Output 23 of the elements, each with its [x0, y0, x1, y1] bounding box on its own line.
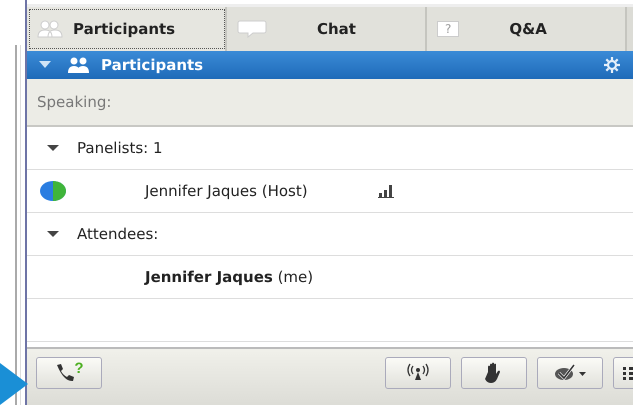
raise-hand-button[interactable]: [461, 357, 527, 389]
collapse-arrow-icon[interactable]: [47, 230, 59, 238]
broadcast-button[interactable]: [385, 357, 451, 389]
question-icon: ?: [437, 21, 460, 37]
group-label: Panelists: 1: [77, 139, 163, 157]
broadcast-icon: [405, 363, 431, 383]
tab[interactable]: ? Q&A: [427, 7, 627, 51]
checkmark-button[interactable]: [537, 357, 603, 389]
participant-name[interactable]: Jennifer Jaques (Host): [145, 182, 308, 200]
panel-title: Participants: [101, 56, 204, 74]
chat-bubble-icon: [237, 20, 267, 38]
checkmark-icon: [553, 363, 587, 383]
people-icon: [67, 57, 91, 73]
collapse-arrow-icon[interactable]: [47, 144, 59, 152]
tab[interactable]: Chat: [227, 7, 427, 51]
group-label: Attendees:: [77, 225, 158, 243]
tab[interactable]: Participants: [27, 7, 227, 51]
participant-name[interactable]: Jennifer Jaques (me): [145, 268, 314, 286]
settings-icon[interactable]: [603, 56, 621, 74]
pointer-arrow: [0, 363, 28, 405]
people-icon: [37, 20, 63, 38]
speaking-label: Speaking:: [37, 93, 112, 111]
phone-icon: [54, 363, 74, 383]
